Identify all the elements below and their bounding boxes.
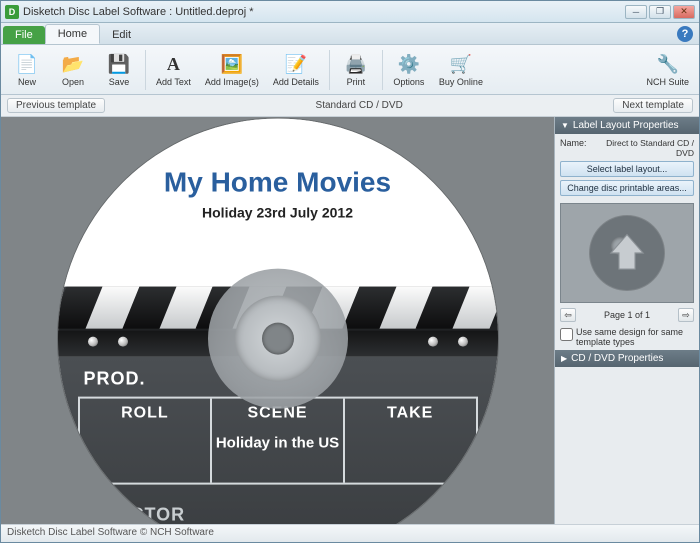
window-title: Disketch Disc Label Software : Untitled.… [23, 6, 625, 18]
title-bar: D Disketch Disc Label Software : Untitle… [1, 1, 699, 23]
save-icon: 💾 [108, 53, 130, 77]
add-details-button[interactable]: 📝 Add Details [267, 47, 325, 93]
disc-label[interactable]: My Home Movies Holiday 23rd July 2012 [58, 118, 498, 524]
add-text-button[interactable]: A Add Text [150, 47, 197, 93]
next-template-button[interactable]: Next template [613, 98, 693, 113]
name-row: Name: Direct to Standard CD / DVD [560, 138, 694, 158]
add-details-label: Add Details [273, 77, 319, 87]
template-bar: Previous template Standard CD / DVD Next… [1, 95, 699, 117]
slate-scene-cell: SCENE Holiday in the US [212, 398, 345, 482]
details-icon: 📝 [285, 53, 307, 77]
suite-icon: 🔧 [657, 53, 679, 77]
label-layout-body: Name: Direct to Standard CD / DVD Select… [555, 134, 699, 200]
slate-director-label: DIRECTOR [84, 504, 186, 524]
print-button[interactable]: 🖨️ Print [334, 47, 378, 93]
slate-roll-cell: ROLL [80, 398, 213, 482]
separator [329, 50, 330, 90]
name-label: Name: [560, 138, 587, 158]
slate-scene-value[interactable]: Holiday in the US [212, 434, 343, 451]
window-buttons: ─ ❐ ✕ [625, 5, 695, 19]
slate-row: ROLL SCENE Holiday in the US TAKE [78, 396, 478, 484]
new-button[interactable]: 📄 New [5, 47, 49, 93]
add-images-label: Add Image(s) [205, 77, 259, 87]
layout-preview [560, 203, 694, 303]
tab-file[interactable]: File [3, 26, 45, 44]
slate-take-cell: TAKE [345, 398, 476, 482]
save-button[interactable]: 💾 Save [97, 47, 141, 93]
slate-prod-label: PROD. [84, 368, 146, 389]
name-value: Direct to Standard CD / DVD [587, 138, 694, 158]
design-canvas[interactable]: My Home Movies Holiday 23rd July 2012 [1, 117, 554, 524]
app-window: D Disketch Disc Label Software : Untitle… [0, 0, 700, 543]
print-icon: 🖨️ [345, 53, 367, 77]
close-button[interactable]: ✕ [673, 5, 695, 19]
label-layout-title: Label Layout Properties [573, 120, 679, 131]
chevron-right-icon: ▶ [561, 354, 567, 363]
menu-tabs: File Home Edit ? [1, 23, 699, 45]
options-icon: ⚙️ [398, 53, 420, 77]
template-name: Standard CD / DVD [105, 100, 613, 111]
prev-page-button[interactable]: ⇦ [560, 308, 576, 322]
status-text: Disketch Disc Label Software © NCH Softw… [7, 527, 214, 538]
separator [145, 50, 146, 90]
open-icon: 📂 [62, 53, 84, 77]
app-icon: D [5, 5, 19, 19]
use-same-design-checkbox[interactable] [560, 328, 573, 341]
cd-dvd-properties-header[interactable]: ▶ CD / DVD Properties [555, 350, 699, 367]
open-label: Open [62, 77, 84, 87]
new-label: New [18, 77, 36, 87]
page-navigator: ⇦ Page 1 of 1 ⇨ [555, 306, 699, 324]
buy-online-label: Buy Online [439, 77, 483, 87]
open-button[interactable]: 📂 Open [51, 47, 95, 93]
select-label-layout-button[interactable]: Select label layout... [560, 161, 694, 177]
tab-home[interactable]: Home [45, 24, 100, 44]
disc-title[interactable]: My Home Movies [58, 166, 498, 198]
options-label: Options [393, 77, 424, 87]
disc-wrapper: My Home Movies Holiday 23rd July 2012 [58, 118, 498, 524]
disc-hole [262, 322, 294, 354]
status-bar: Disketch Disc Label Software © NCH Softw… [1, 524, 699, 542]
separator [382, 50, 383, 90]
save-label: Save [109, 77, 130, 87]
nch-suite-label: NCH Suite [646, 77, 689, 87]
image-icon: 🖼️ [221, 53, 243, 77]
print-label: Print [347, 77, 366, 87]
page-indicator: Page 1 of 1 [604, 310, 650, 320]
tab-edit[interactable]: Edit [100, 26, 143, 44]
use-same-design-row: Use same design for same template types [555, 324, 699, 350]
new-icon: 📄 [16, 53, 38, 77]
cd-dvd-properties-title: CD / DVD Properties [571, 353, 663, 364]
buy-online-button[interactable]: 🛒 Buy Online [433, 47, 489, 93]
label-layout-header[interactable]: ▼ Label Layout Properties [555, 117, 699, 134]
text-icon: A [167, 53, 180, 77]
add-text-label: Add Text [156, 77, 191, 87]
add-images-button[interactable]: 🖼️ Add Image(s) [199, 47, 265, 93]
options-button[interactable]: ⚙️ Options [387, 47, 431, 93]
properties-panel: ▼ Label Layout Properties Name: Direct t… [554, 117, 699, 524]
maximize-button[interactable]: ❐ [649, 5, 671, 19]
ribbon-toolbar: 📄 New 📂 Open 💾 Save A Add Text 🖼️ Add Im… [1, 45, 699, 95]
minimize-button[interactable]: ─ [625, 5, 647, 19]
slate-take-label: TAKE [345, 404, 476, 422]
previous-template-button[interactable]: Previous template [7, 98, 105, 113]
main-area: My Home Movies Holiday 23rd July 2012 [1, 117, 699, 524]
up-arrow-icon [604, 230, 650, 276]
help-icon[interactable]: ? [677, 26, 693, 42]
cart-icon: 🛒 [450, 53, 472, 77]
nch-suite-button[interactable]: 🔧 NCH Suite [640, 47, 695, 93]
change-printable-areas-button[interactable]: Change disc printable areas... [560, 180, 694, 196]
use-same-design-label: Use same design for same template types [576, 327, 694, 347]
slate-roll-label: ROLL [80, 404, 211, 422]
disc-subtitle[interactable]: Holiday 23rd July 2012 [58, 204, 498, 220]
chevron-down-icon: ▼ [561, 121, 569, 130]
next-page-button[interactable]: ⇨ [678, 308, 694, 322]
